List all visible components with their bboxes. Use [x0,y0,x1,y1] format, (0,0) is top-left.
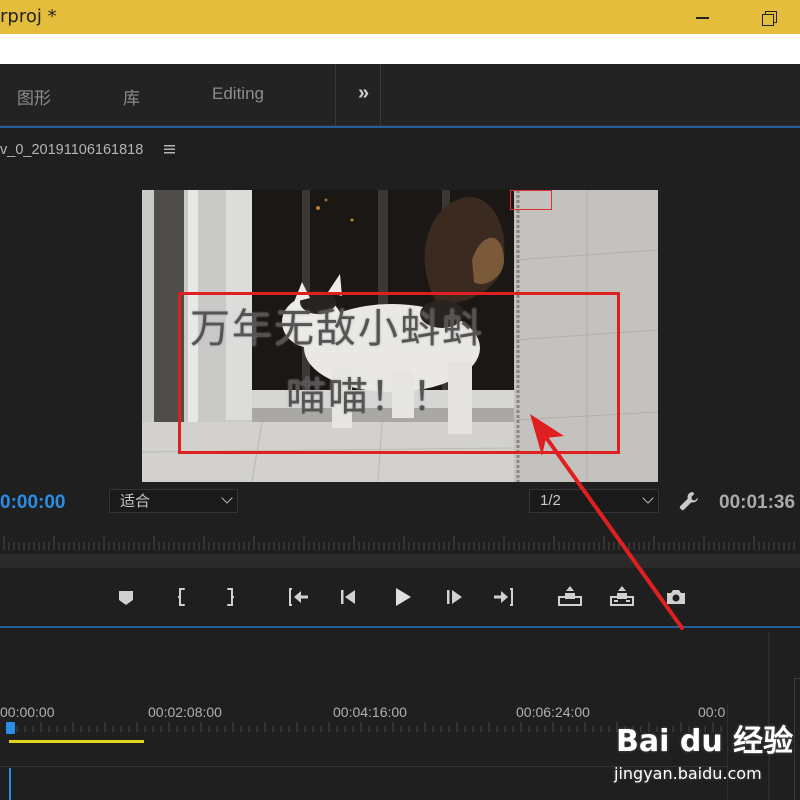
step-back-icon[interactable] [334,583,362,611]
watermark-url: jingyan.baidu.com [614,764,762,783]
playhead-line [9,768,11,800]
divider [335,64,336,126]
hamburger-icon[interactable] [163,142,177,159]
timeline-ruler-label: 00:06:24:00 [516,704,590,720]
zoom-fit-select[interactable]: 适合 [109,489,238,513]
annotation-small-box [510,190,552,210]
program-monitor: v_0_20191106161818 万年无敌小蚪蚪 喵喵！！ 0:00:00 … [0,128,800,625]
watermark-logo: Bai du 经验 [616,724,794,759]
timeline-ruler-label: 00:00:00 [0,704,55,720]
go-to-out-icon[interactable] [490,583,518,611]
mark-in-icon[interactable] [168,583,196,611]
tab-graphics[interactable]: 图形 [17,84,51,109]
playback-resolution-value: 1/2 [540,492,561,509]
watermark: Bai du 经验 jingyan.baidu.com [612,716,800,800]
play-icon[interactable] [388,583,416,611]
sequence-name[interactable]: v_0_20191106161818 [0,142,143,158]
timeline-ruler-label: 00:02:08:00 [148,704,222,720]
restore-button[interactable] [748,0,788,34]
wrench-icon[interactable] [678,490,700,512]
camera-icon[interactable] [662,583,690,611]
work-area-bar[interactable] [9,740,144,743]
minimize-icon [695,17,709,19]
marker-icon[interactable] [112,583,140,611]
mark-out-icon[interactable] [216,583,244,611]
step-forward-icon[interactable] [440,583,468,611]
divider [380,64,381,126]
workspace-bar: 图形 库 Editing » [0,64,800,126]
tab-editing[interactable]: Editing [212,84,264,104]
chevron-down-icon [642,492,654,504]
extract-icon[interactable] [608,583,636,611]
playback-resolution-select[interactable]: 1/2 [529,489,659,513]
chevron-down-icon [221,492,233,504]
timeline-ruler-label: 00:04:16:00 [333,704,407,720]
zoom-scroll-bar[interactable] [0,554,800,568]
playhead-timecode[interactable]: 0:00:00 [0,492,66,514]
panel-focus-line [0,626,800,628]
minimize-button[interactable] [682,0,722,34]
zoom-fit-value: 适合 [120,492,151,510]
duration-timecode: 00:01:36 [719,492,796,513]
restore-icon [761,10,777,26]
tab-libraries[interactable]: 库 [123,84,140,109]
menu-bar [0,34,800,64]
window-title: rproj * [0,6,57,27]
go-to-in-icon[interactable] [284,583,312,611]
double-chevron-right-icon[interactable]: » [358,82,369,105]
transport-controls [0,583,800,613]
lift-icon[interactable] [556,583,584,611]
playhead-handle[interactable] [6,722,15,734]
annotation-highlight-box [178,292,620,454]
title-bar: rproj * [0,0,800,34]
